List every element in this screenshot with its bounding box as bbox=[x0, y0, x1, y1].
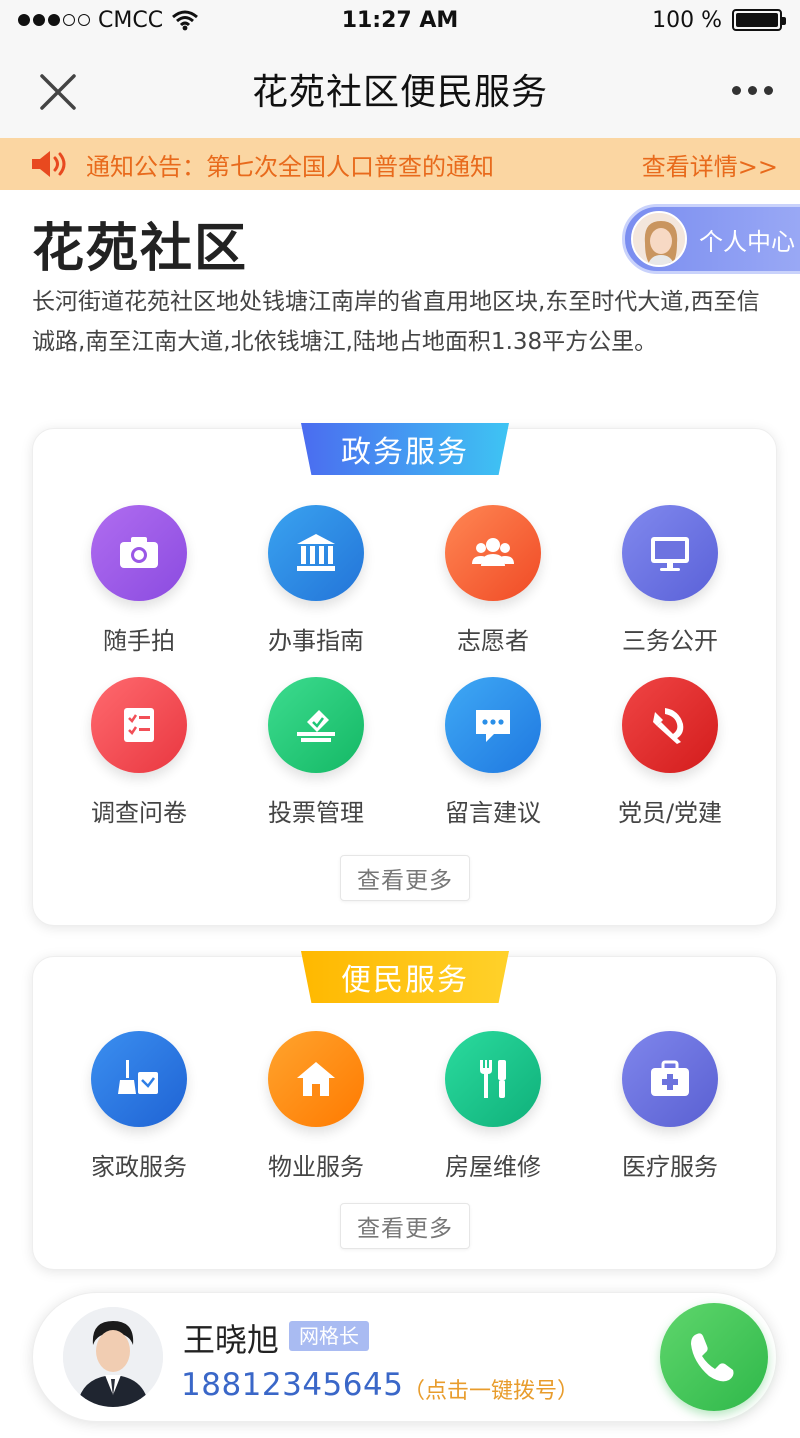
service-label: 家政服务 bbox=[91, 1153, 187, 1181]
service-label: 医疗服务 bbox=[622, 1153, 718, 1181]
repair-tools-icon bbox=[445, 1031, 541, 1127]
status-bar: CMCC 11:27 AM 100 % bbox=[0, 0, 800, 40]
monitor-icon bbox=[622, 505, 718, 601]
service-label: 调查问卷 bbox=[91, 799, 187, 827]
battery-icon bbox=[732, 9, 786, 31]
phone-icon bbox=[691, 1333, 734, 1382]
page-title: 花苑社区便民服务 bbox=[251, 72, 548, 113]
notice-text[interactable]: 第七次全国人口普查的通知 bbox=[206, 147, 642, 182]
service-item-repair[interactable]: 房屋维修 bbox=[423, 1031, 563, 1182]
service-item-property[interactable]: 物业服务 bbox=[246, 1031, 386, 1182]
avatar bbox=[63, 1307, 163, 1407]
civil-services-title: 便民服务 bbox=[301, 951, 509, 1003]
status-right: 100 % bbox=[652, 7, 786, 33]
service-label: 随手拍 bbox=[103, 627, 175, 655]
civil-services-card: 便民服务 家政服务 物业服务 房屋维修 医疗服务 查看更多 bbox=[32, 951, 777, 1270]
signal-strength-icon bbox=[18, 14, 90, 26]
party-emblem-icon bbox=[622, 677, 718, 773]
gov-services-card: 政务服务 随手拍 办事指南 志愿者 三务公开 调查问卷 投票管理 留言建议 党员… bbox=[32, 423, 777, 926]
notice-label: 通知公告： bbox=[86, 152, 206, 181]
personal-center-button[interactable]: 个人中心 bbox=[622, 204, 800, 274]
checklist-icon bbox=[91, 677, 187, 773]
contact-phone[interactable]: 18812345645 bbox=[181, 1367, 403, 1403]
people-group-icon bbox=[445, 505, 541, 601]
call-button[interactable] bbox=[660, 1303, 768, 1411]
service-label: 投票管理 bbox=[268, 799, 364, 827]
service-label: 党员/党建 bbox=[617, 799, 723, 827]
cleaning-icon bbox=[91, 1031, 187, 1127]
wifi-icon bbox=[172, 10, 199, 31]
service-item-snapshot[interactable]: 随手拍 bbox=[69, 505, 209, 656]
service-item-disclosure[interactable]: 三务公开 bbox=[600, 505, 740, 656]
service-label: 物业服务 bbox=[268, 1153, 364, 1181]
community-description: 长河街道花苑社区地处钱塘江南岸的省直用地区块,东至时代大道,西至信诚路,南至江南… bbox=[32, 289, 760, 355]
service-label: 办事指南 bbox=[268, 627, 364, 655]
ballot-box-icon bbox=[268, 677, 364, 773]
camera-icon bbox=[91, 505, 187, 601]
more-options-icon[interactable] bbox=[732, 80, 778, 100]
service-label: 留言建议 bbox=[445, 799, 541, 827]
service-item-party[interactable]: 党员/党建 bbox=[600, 677, 740, 828]
personal-center-label: 个人中心 bbox=[699, 227, 795, 256]
avatar bbox=[631, 211, 687, 267]
notice-bar[interactable]: 通知公告： 第七次全国人口普查的通知 查看详情>> bbox=[0, 138, 800, 190]
status-left: CMCC bbox=[18, 8, 199, 33]
house-icon bbox=[268, 1031, 364, 1127]
service-item-medical[interactable]: 医疗服务 bbox=[600, 1031, 740, 1182]
gov-services-title: 政务服务 bbox=[301, 423, 509, 475]
carrier-name: CMCC bbox=[98, 7, 164, 33]
close-icon[interactable] bbox=[38, 72, 78, 112]
service-item-feedback[interactable]: 留言建议 bbox=[423, 677, 563, 828]
medical-kit-icon bbox=[622, 1031, 718, 1127]
service-label: 房屋维修 bbox=[445, 1153, 541, 1181]
service-item-voting[interactable]: 投票管理 bbox=[246, 677, 386, 828]
dial-hint: （点击一键拨号） bbox=[403, 1379, 580, 1404]
nav-bar: 花苑社区便民服务 bbox=[0, 40, 800, 138]
speaker-icon bbox=[32, 151, 66, 177]
view-more-button[interactable]: 查看更多 bbox=[340, 1203, 470, 1249]
community-title: 花苑社区 bbox=[32, 219, 249, 279]
service-item-guide[interactable]: 办事指南 bbox=[246, 505, 386, 656]
view-details-link[interactable]: 查看详情>> bbox=[642, 147, 778, 182]
government-building-icon bbox=[268, 505, 364, 601]
service-item-housekeeping[interactable]: 家政服务 bbox=[69, 1031, 209, 1182]
contact-name: 王晓旭 bbox=[183, 1321, 280, 1359]
battery-percent: 100 % bbox=[652, 7, 722, 33]
service-label: 志愿者 bbox=[457, 627, 529, 655]
view-more-button[interactable]: 查看更多 bbox=[340, 855, 470, 901]
service-label: 三务公开 bbox=[622, 627, 718, 655]
role-badge: 网格长 bbox=[289, 1321, 369, 1351]
service-item-survey[interactable]: 调查问卷 bbox=[69, 677, 209, 828]
service-item-volunteer[interactable]: 志愿者 bbox=[423, 505, 563, 656]
grid-manager-contact: 王晓旭 网格长 18812345645 （点击一键拨号） bbox=[32, 1292, 777, 1422]
chat-bubble-icon bbox=[445, 677, 541, 773]
